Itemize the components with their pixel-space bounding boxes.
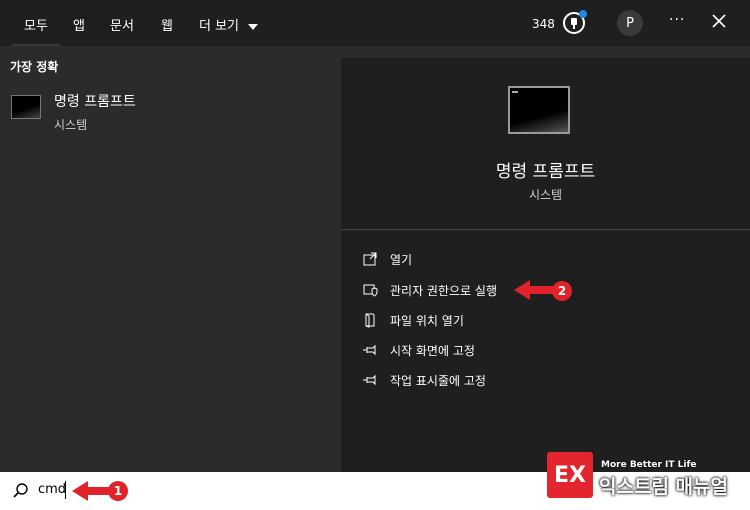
result-title: 명령 프롬프트: [54, 94, 136, 110]
open-icon: [362, 251, 378, 267]
tab-web[interactable]: 웹: [161, 15, 173, 34]
action-open-file-location[interactable]: 파일 위치 열기: [362, 308, 722, 332]
watermark-name: 익스트림 매뉴얼: [599, 476, 728, 498]
chevron-down-icon: [248, 23, 259, 30]
pin-icon: [362, 372, 378, 388]
points-count: 348: [532, 17, 555, 31]
tab-apps[interactable]: 앱: [73, 15, 85, 34]
search-input[interactable]: cmd: [38, 482, 66, 497]
best-match-heading: 가장 정확: [10, 60, 59, 74]
detail-title: 명령 프롬프트: [495, 162, 596, 182]
tab-all[interactable]: 모두: [24, 15, 48, 34]
annotation-arrow-1: [72, 481, 112, 501]
shield-icon: [362, 282, 378, 298]
command-prompt-large-icon: [508, 86, 570, 134]
close-icon[interactable]: [710, 12, 728, 30]
annotation-arrow-2: [514, 280, 554, 300]
action-open-label: 열기: [390, 252, 413, 267]
watermark-tagline: More Better IT Life: [601, 460, 697, 470]
action-pin-to-start-label: 시작 화면에 고정: [390, 343, 475, 358]
annotation-badge-1: 1: [108, 481, 128, 501]
divider: [341, 229, 750, 230]
command-prompt-icon: [11, 95, 41, 119]
watermark-logo: EX: [547, 452, 593, 498]
tab-documents[interactable]: 문서: [110, 15, 134, 34]
action-pin-to-taskbar-label: 작업 표시줄에 고정: [390, 373, 486, 388]
detail-subtitle: 시스템: [528, 188, 563, 202]
search-icon: [12, 482, 30, 500]
action-pin-to-taskbar[interactable]: 작업 표시줄에 고정: [362, 368, 722, 392]
best-match-result[interactable]: [0, 84, 340, 138]
result-subtitle: 시스템: [54, 118, 88, 132]
tab-more[interactable]: 더 보기: [199, 15, 259, 34]
action-pin-to-start[interactable]: 시작 화면에 고정: [362, 338, 722, 362]
annotation-badge-2: 2: [552, 281, 572, 301]
action-open[interactable]: 열기: [362, 247, 722, 271]
file-location-icon: [362, 312, 378, 328]
action-run-as-admin-label: 관리자 권한으로 실행: [390, 283, 497, 298]
rewards-icon[interactable]: [561, 10, 587, 36]
tab-more-label: 더 보기: [199, 19, 240, 34]
avatar[interactable]: P: [617, 10, 643, 36]
pin-icon: [362, 342, 378, 358]
text-cursor: [65, 481, 66, 499]
action-open-file-location-label: 파일 위치 열기: [390, 313, 464, 328]
more-options-icon[interactable]: ···: [669, 12, 685, 28]
